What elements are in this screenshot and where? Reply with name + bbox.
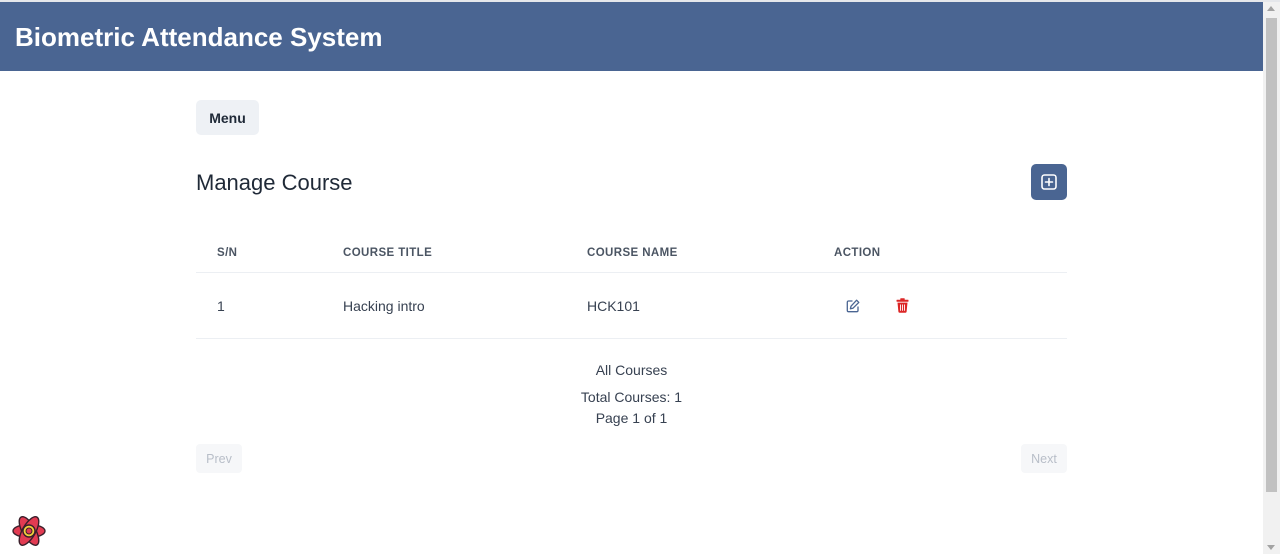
cell-sn: 1 [217,298,225,314]
scroll-down-arrow-icon[interactable] [1267,545,1275,550]
page-indicator: Page 1 of 1 [595,410,668,426]
menu-button[interactable]: Menu [196,100,259,135]
app-title: Biometric Attendance System [15,22,383,52]
cell-course-name: HCK101 [587,298,640,314]
vertical-scrollbar[interactable] [1263,2,1280,554]
scroll-up-arrow-icon[interactable] [1267,6,1275,11]
header-sn: S/N [217,247,238,259]
header-course-name: COURSE NAME [587,247,678,259]
courses-table: S/N COURSE TITLE COURSE NAME ACTION 1 Ha… [196,236,1067,339]
next-page-button[interactable]: Next [1021,444,1067,473]
table-header-row: S/N COURSE TITLE COURSE NAME ACTION [196,236,1067,273]
table-caption: All Courses [595,362,668,378]
react-devtools-icon[interactable] [10,512,48,555]
cell-course-title: Hacking intro [343,298,425,314]
scrollbar-thumb[interactable] [1266,18,1277,492]
edit-icon[interactable] [846,299,860,318]
table-row: 1 Hacking intro HCK101 [196,273,1067,339]
total-courses: Total Courses: 1 [580,389,683,405]
page-title: Manage Course [196,170,353,195]
add-course-button[interactable] [1031,164,1067,200]
app-header: Biometric Attendance System [0,2,1263,71]
header-action: ACTION [834,247,881,259]
header-course-title: COURSE TITLE [343,247,433,259]
plus-square-icon [1041,174,1057,190]
trash-icon[interactable] [896,298,909,318]
prev-page-button[interactable]: Prev [196,444,242,473]
